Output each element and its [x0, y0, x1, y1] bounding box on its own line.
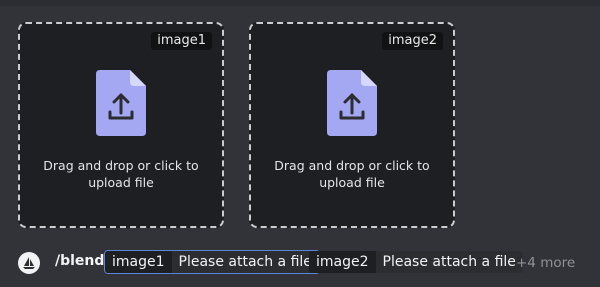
option-name: image2 [309, 251, 376, 273]
dropzone-label: image2 [382, 32, 443, 50]
image2-dropzone[interactable]: image2 Drag and drop or click to upload … [249, 22, 455, 228]
file-upload-icon [96, 70, 146, 136]
bot-avatar [18, 252, 40, 274]
option-image2[interactable]: image2 Please attach a file [308, 250, 524, 274]
image1-dropzone[interactable]: image1 Drag and drop or click to upload … [18, 22, 224, 228]
blend-command-panel: image1 Drag and drop or click to upload … [0, 0, 600, 287]
option-name: image1 [105, 251, 172, 273]
command-name: /blend [55, 253, 105, 269]
command-input-bar: /blend image1 Please attach a file image… [0, 240, 600, 287]
more-options-link[interactable]: +4 more [516, 255, 575, 271]
option-image1[interactable]: image1 Please attach a file [104, 250, 320, 274]
dropzone-instruction: Drag and drop or click to upload file [43, 158, 199, 190]
top-divider [0, 0, 600, 6]
file-upload-icon [327, 70, 377, 136]
option-value: Please attach a file [171, 251, 319, 273]
sailboat-icon [23, 257, 35, 269]
dropzone-label: image1 [151, 32, 212, 50]
dropzone-instruction: Drag and drop or click to upload file [274, 158, 430, 190]
option-value: Please attach a file [375, 251, 523, 273]
